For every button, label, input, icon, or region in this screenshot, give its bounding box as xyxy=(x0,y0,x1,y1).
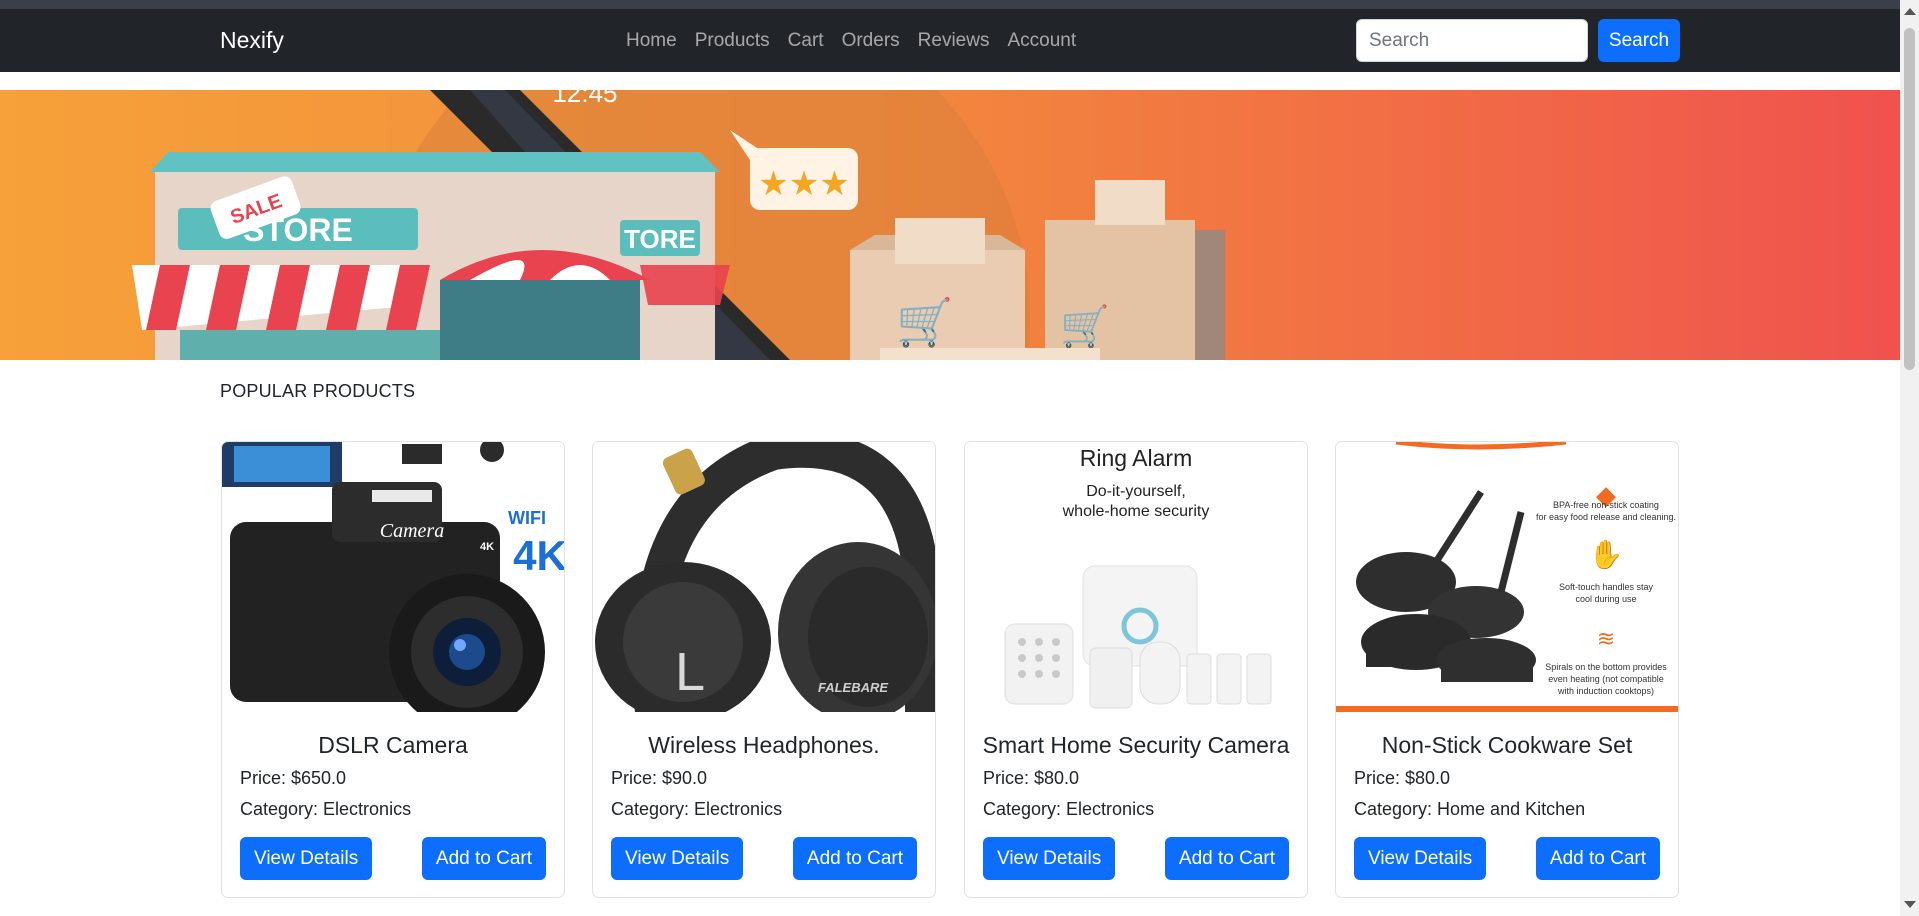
svg-text:4K: 4K xyxy=(480,541,494,553)
svg-text:Do-it-yourself,: Do-it-yourself, xyxy=(1086,483,1186,500)
product-image[interactable]: Camera 4K WIFI 4K xyxy=(222,442,564,712)
svg-text:for easy food release and clea: for easy food release and cleaning. xyxy=(1536,512,1676,522)
svg-text:with induction cooktops): with induction cooktops) xyxy=(1557,686,1654,696)
view-details-button[interactable]: View Details xyxy=(1354,837,1487,880)
add-to-cart-button[interactable]: Add to Cart xyxy=(792,837,917,880)
nav-link-account[interactable]: Account xyxy=(998,30,1085,52)
svg-text:whole-home security: whole-home security xyxy=(1062,503,1210,520)
brand-logo[interactable]: Nexify xyxy=(220,9,284,72)
phone-clock-text: 12:45 xyxy=(552,90,617,108)
navbar: Nexify Home Products Cart Orders Reviews… xyxy=(0,9,1900,72)
hand-icon: ✋ xyxy=(1589,538,1624,571)
product-category: Category: Electronics xyxy=(240,799,412,819)
page-scrollbar[interactable] xyxy=(1900,0,1919,916)
product-category: Category: Electronics xyxy=(611,799,783,819)
product-card: ◆ BPA-free non-stick coating for easy fo… xyxy=(1335,441,1679,898)
search-input[interactable] xyxy=(1356,19,1588,62)
product-card: Ring Alarm Do-it-yourself, whole-home se… xyxy=(964,441,1308,898)
add-to-cart-button[interactable]: Add to Cart xyxy=(1535,837,1660,880)
svg-text:FALEBARE: FALEBARE xyxy=(818,680,888,695)
svg-text:Soft-touch handles stay: Soft-touch handles stay xyxy=(1559,582,1654,592)
product-card: Camera 4K WIFI 4K DSLR Camera Price: $65… xyxy=(221,441,565,898)
svg-text:BPA-free non-stick coating: BPA-free non-stick coating xyxy=(1553,500,1659,510)
store-illustration: STORE TORE xyxy=(132,152,730,360)
product-name[interactable]: Wireless Headphones. xyxy=(593,732,935,759)
heat-icon: ≋ xyxy=(1597,627,1615,652)
nav-link-products[interactable]: Products xyxy=(686,30,779,52)
product-name[interactable]: Smart Home Security Camera xyxy=(965,732,1307,759)
search-button[interactable]: Search xyxy=(1598,19,1680,62)
product-price: Price: $90.0 xyxy=(611,768,708,788)
product-category: Category: Electronics xyxy=(983,799,1155,819)
store-side-sign-text: TORE xyxy=(624,224,696,254)
view-details-button[interactable]: View Details xyxy=(983,837,1116,880)
product-category: Category: Home and Kitchen xyxy=(1354,799,1586,819)
nav-links: Home Products Cart Orders Reviews Accoun… xyxy=(617,9,1085,72)
scrollbar-thumb[interactable] xyxy=(1904,28,1915,370)
product-price: Price: $80.0 xyxy=(983,768,1080,788)
browser-top-strip xyxy=(0,0,1900,9)
nav-link-reviews[interactable]: Reviews xyxy=(909,30,999,52)
4k-label: 4K xyxy=(513,532,564,579)
camera-label-text: Camera xyxy=(380,520,444,542)
product-image[interactable]: L FALEBARE xyxy=(593,442,935,712)
svg-text:cool during use: cool during use xyxy=(1575,594,1636,604)
product-name[interactable]: DSLR Camera xyxy=(222,732,564,759)
headphone-letter: L xyxy=(675,642,705,702)
shopping-cart-icon: 🛒 xyxy=(1060,303,1110,350)
scroll-down-icon[interactable] xyxy=(1904,901,1916,908)
view-details-button[interactable]: View Details xyxy=(611,837,744,880)
scroll-up-icon[interactable] xyxy=(1904,8,1916,15)
svg-text:Spirals on the bottom provides: Spirals on the bottom provides xyxy=(1545,662,1667,672)
nav-link-orders[interactable]: Orders xyxy=(833,30,909,52)
product-name[interactable]: Non-Stick Cookware Set xyxy=(1336,732,1678,759)
search-form: Search xyxy=(1356,19,1680,62)
product-image[interactable]: Ring Alarm Do-it-yourself, whole-home se… xyxy=(965,442,1307,712)
product-image[interactable]: ◆ BPA-free non-stick coating for easy fo… xyxy=(1336,442,1678,712)
hero-banner: STORE TORE SALE 12:45 ★★★ 🛒 🛒 xyxy=(0,90,1900,360)
ring-alarm-title: Ring Alarm xyxy=(1080,445,1192,471)
add-to-cart-button[interactable]: Add to Cart xyxy=(421,837,546,880)
wifi-label: WIFI xyxy=(508,508,546,528)
view-details-button[interactable]: View Details xyxy=(240,837,373,880)
add-to-cart-button[interactable]: Add to Cart xyxy=(1164,837,1289,880)
star-icon: ★★★ xyxy=(758,164,849,204)
product-price: Price: $80.0 xyxy=(1354,768,1451,788)
shopping-cart-icon: 🛒 xyxy=(896,295,953,349)
nav-link-cart[interactable]: Cart xyxy=(779,30,833,52)
nav-link-home[interactable]: Home xyxy=(617,30,686,52)
hero-illustration: STORE TORE SALE 12:45 ★★★ 🛒 🛒 xyxy=(0,90,1900,360)
svg-text:even heating (not compatible: even heating (not compatible xyxy=(1548,674,1664,684)
product-price: Price: $650.0 xyxy=(240,768,347,788)
product-card: L FALEBARE Wireless Headphones. Price: $… xyxy=(592,441,936,898)
section-title: POPULAR PRODUCTS xyxy=(220,381,416,401)
